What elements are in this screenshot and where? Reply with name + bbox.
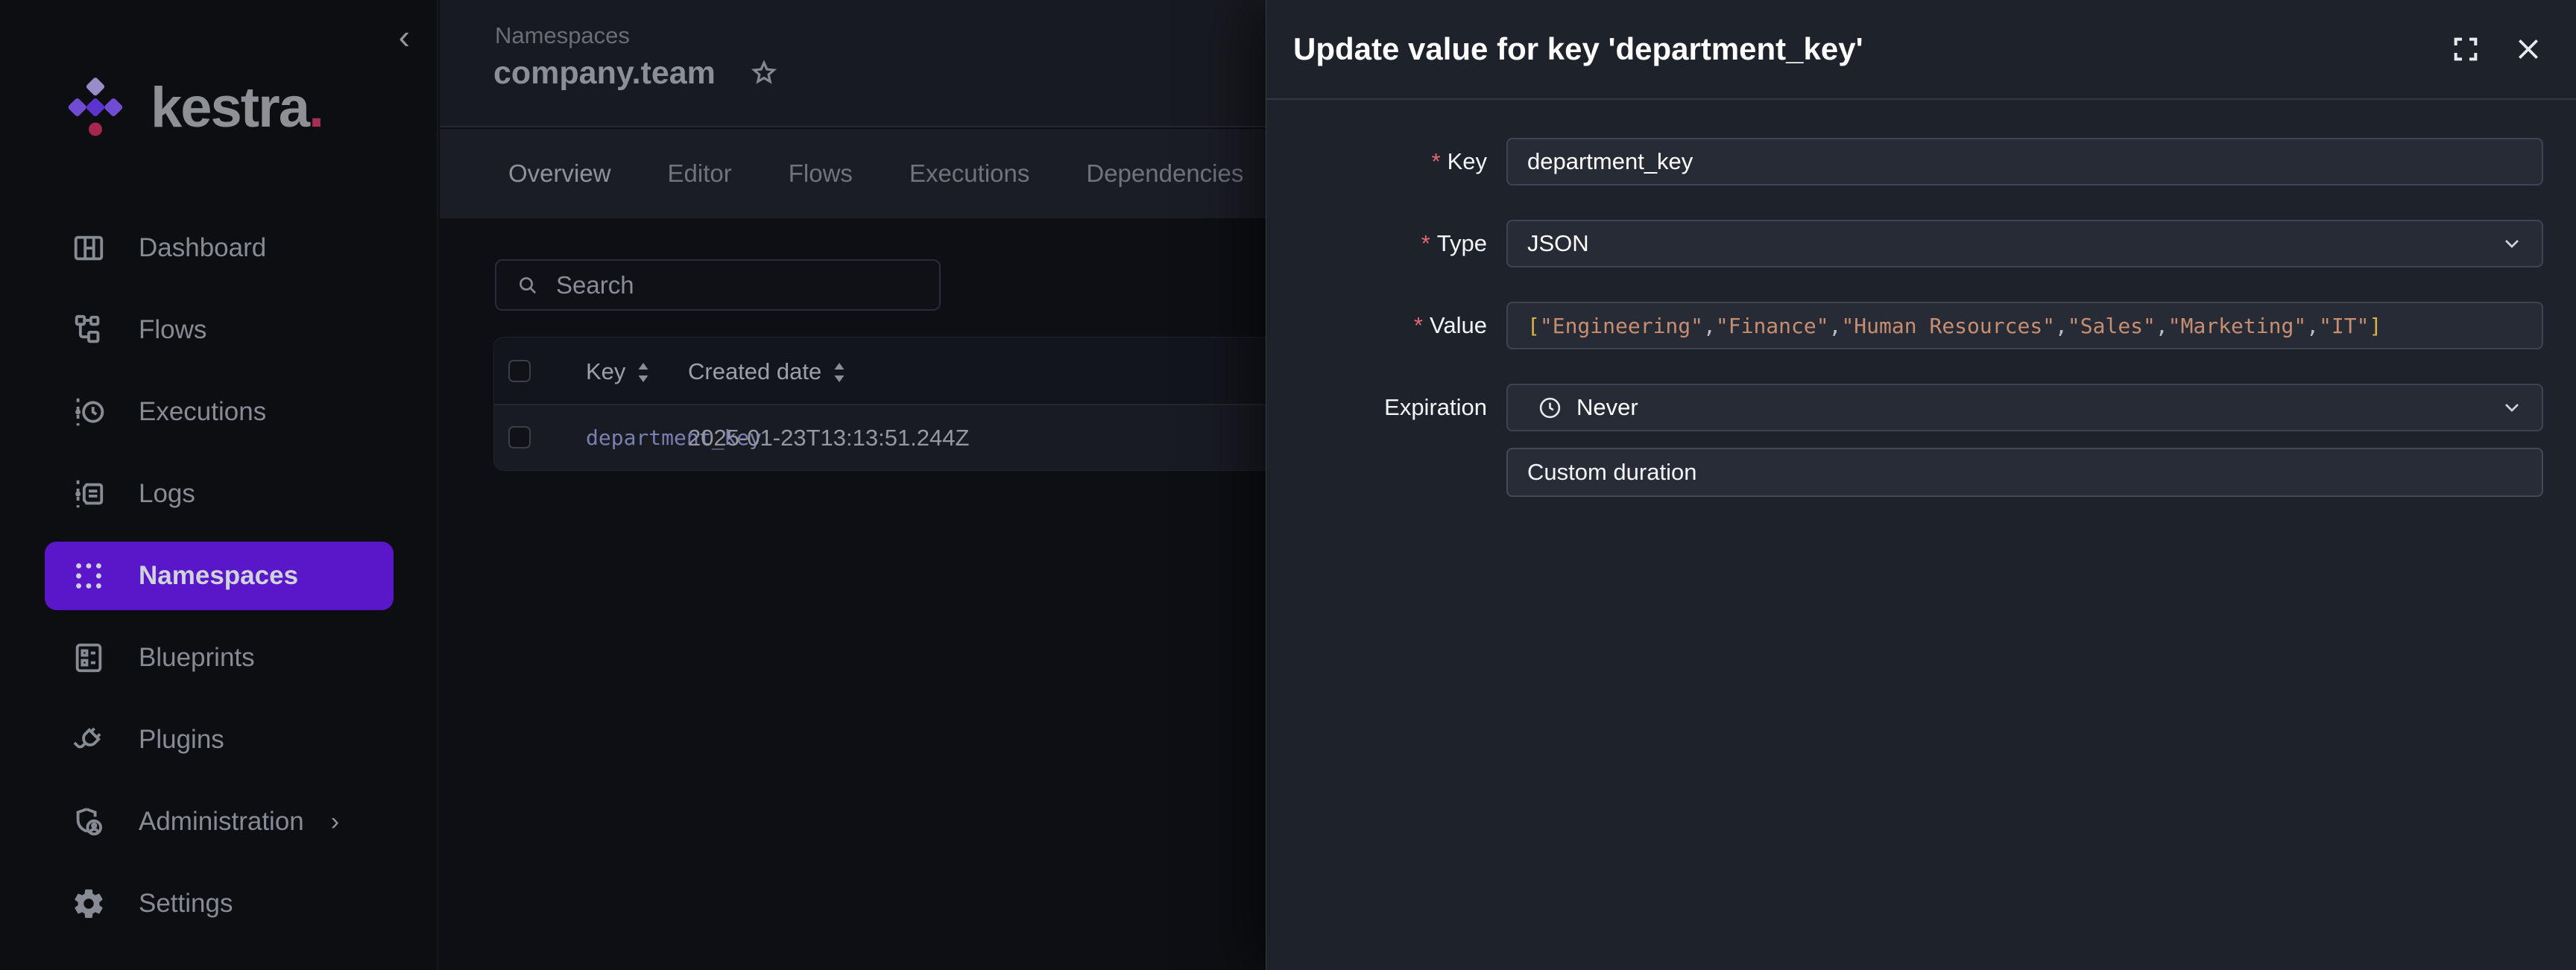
update-value-panel: Update value for key 'department_key' *K… (1266, 0, 2576, 970)
favorite-star-icon[interactable] (748, 58, 780, 89)
expiration-select[interactable]: Never (1506, 384, 2543, 431)
flows-icon (72, 313, 106, 347)
sidebar-item-label: Blueprints (139, 643, 255, 673)
settings-icon (72, 887, 106, 921)
value-code-editor[interactable]: ["Engineering","Finance","Human Resource… (1506, 302, 2543, 349)
expiration-field-label: Expiration (1293, 394, 1506, 421)
created-date-value: 2025-01-23T13:13:51.244Z (688, 425, 969, 451)
search-placeholder: Search (556, 271, 634, 299)
panel-header: Update value for key 'department_key' (1266, 0, 2576, 100)
type-field-label: *Type (1293, 230, 1506, 257)
sidebar-item-flows[interactable]: Flows (0, 289, 438, 371)
sidebar-item-label: Flows (139, 315, 206, 345)
custom-duration-option[interactable]: Custom duration (1506, 448, 2543, 497)
required-asterisk: * (1432, 148, 1441, 174)
type-field-row: *Type JSON (1293, 220, 2543, 267)
select-all-checkbox[interactable] (508, 360, 531, 382)
breadcrumb[interactable]: Namespaces (495, 22, 630, 49)
namespaces-icon (72, 559, 106, 593)
sidebar-item-plugins[interactable]: Plugins (0, 699, 438, 781)
sidebar-item-namespaces[interactable]: Namespaces (0, 535, 438, 617)
dashboard-icon (72, 231, 106, 265)
administration-icon (72, 805, 106, 839)
search-icon (516, 273, 540, 297)
tab-overview[interactable]: Overview (508, 159, 611, 188)
page-title: company.team (493, 55, 716, 92)
key-field[interactable]: department_key (1506, 138, 2543, 186)
sidebar-item-blueprints[interactable]: Blueprints (0, 617, 438, 699)
tab-executions[interactable]: Executions (909, 159, 1029, 188)
plugins-icon (72, 723, 106, 757)
key-field-row: *Key department_key (1293, 138, 2543, 186)
value-field-row: *Value ["Engineering","Finance","Human R… (1293, 302, 2543, 349)
blueprints-icon (72, 641, 106, 675)
sidebar-item-dashboard[interactable]: Dashboard (0, 207, 438, 289)
required-asterisk: * (1414, 312, 1423, 338)
tab-editor[interactable]: Editor (668, 159, 732, 188)
value-code: ["Engineering","Finance","Human Resource… (1527, 314, 2381, 338)
column-header-created-date[interactable]: Created date (688, 358, 847, 385)
expiration-field-row: Expiration Never (1293, 384, 2543, 431)
sidebar: ‹ kestra. Dashboard (0, 0, 438, 970)
kestra-logo-text: kestra (151, 75, 309, 140)
sidebar-item-administration[interactable]: Administration › (0, 781, 438, 863)
tab-flows[interactable]: Flows (789, 159, 853, 188)
panel-title: Update value for key 'department_key' (1293, 31, 1863, 67)
sidebar-collapse-icon[interactable]: ‹ (399, 19, 410, 54)
kestra-logo-dot: . (309, 75, 324, 140)
sort-icon[interactable] (636, 361, 651, 384)
chevron-down-icon (2500, 232, 2524, 256)
kestra-logo[interactable]: kestra. (57, 69, 324, 146)
column-header-key[interactable]: Key (586, 358, 651, 385)
sidebar-item-executions[interactable]: Executions (0, 371, 438, 453)
sidebar-item-label: Logs (139, 479, 195, 509)
logs-icon (72, 477, 106, 511)
key-field-label: *Key (1293, 148, 1506, 175)
sidebar-item-label: Administration (139, 807, 304, 837)
required-asterisk: * (1421, 230, 1430, 256)
sidebar-item-label: Executions (139, 397, 266, 427)
search-input[interactable]: Search (495, 259, 941, 311)
expiration-dropdown: Custom duration (1293, 448, 2543, 497)
sidebar-item-label: Plugins (139, 725, 224, 755)
sidebar-item-settings[interactable]: Settings (0, 863, 438, 945)
sort-icon[interactable] (832, 361, 847, 384)
fullscreen-icon[interactable] (2451, 34, 2481, 64)
sidebar-item-logs[interactable]: Logs (0, 453, 438, 535)
row-checkbox[interactable] (508, 426, 531, 448)
sidebar-item-label: Dashboard (139, 233, 266, 263)
chevron-right-icon: › (331, 808, 339, 837)
sidebar-item-label: Settings (139, 889, 233, 919)
type-select[interactable]: JSON (1506, 220, 2543, 267)
clock-icon (1538, 396, 1562, 420)
tab-dependencies[interactable]: Dependencies (1086, 159, 1243, 188)
kestra-logo-icon (57, 69, 134, 146)
close-icon[interactable] (2513, 34, 2543, 64)
executions-icon (72, 395, 106, 429)
app-root: ‹ kestra. Dashboard (0, 0, 2576, 970)
value-field-label: *Value (1293, 312, 1506, 339)
sidebar-item-label: Namespaces (139, 561, 298, 591)
sidebar-menu: Dashboard Flows Executions (0, 207, 438, 945)
chevron-down-icon (2500, 396, 2524, 419)
